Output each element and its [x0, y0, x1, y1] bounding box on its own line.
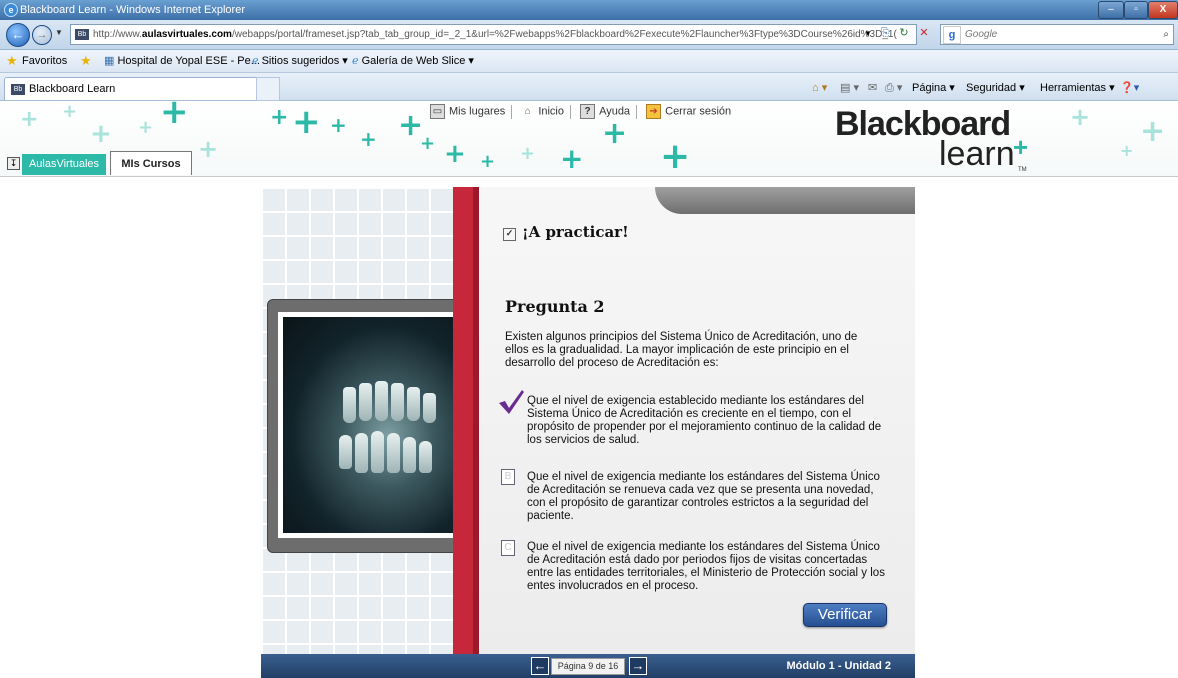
print-icon[interactable]: ⎙ ▾: [885, 77, 902, 99]
page-icon: ▦: [104, 55, 118, 67]
question-text: Existen algunos principios del Sistema Ú…: [505, 331, 858, 369]
divider: [636, 104, 638, 119]
favorites-button[interactable]: Favoritos: [22, 50, 67, 72]
option-b-box[interactable]: B: [501, 469, 515, 485]
tab-mis-cursos[interactable]: MIs Cursos: [110, 151, 192, 175]
favorite-link-webslice[interactable]: ℯ Galería de Web Slice ▾: [352, 50, 474, 72]
menu-security[interactable]: Seguridad ▾: [966, 77, 1025, 99]
xray-frame: [267, 299, 459, 553]
logo-plus-icon: +: [1013, 132, 1029, 162]
tab-aulas-virtuales[interactable]: AulasVirtuales: [22, 154, 106, 175]
add-favorite-icon[interactable]: ★: [80, 50, 92, 72]
address-bar: ← → ▼ Bb http://www.aulasvirtuales.com/we…: [0, 20, 1178, 50]
stop-icon[interactable]: ✕: [916, 25, 932, 42]
tab-label: Blackboard Learn: [29, 83, 116, 95]
help-icon: ?: [580, 104, 596, 119]
next-page-button[interactable]: →: [629, 657, 647, 675]
blackboard-logo: Blackboard learn + TM: [835, 107, 1035, 173]
question-title: Pregunta 2: [505, 297, 605, 316]
logout-icon: ➔: [646, 104, 662, 119]
checkbox-icon: ✓: [503, 228, 516, 241]
link-cerrar-sesion[interactable]: Cerrar sesión: [665, 105, 731, 117]
option-c[interactable]: Que el nivel de exigencia mediante los e…: [527, 541, 887, 593]
window-title: Blackboard Learn - Windows Internet Expl…: [20, 4, 245, 16]
blackboard-header: + + + + + + + + + + + + + + + + + + + + …: [0, 101, 1178, 177]
bb-top-links: ▭ Mis lugares ⌂ Inicio ? Ayuda ➔ Cerrar sesi…: [424, 104, 731, 119]
question-panel: ✓ ¡A practicar! Pregunta 2 Existen alguno…: [479, 187, 915, 654]
link-mis-lugares[interactable]: Mis lugares: [449, 105, 505, 117]
option-b[interactable]: Que el nivel de exigencia mediante los e…: [527, 471, 887, 523]
google-icon: g: [943, 26, 961, 44]
divider: [511, 104, 513, 119]
link-ayuda[interactable]: Ayuda: [599, 105, 630, 117]
favorite-link-hospital[interactable]: ▦ Hospital de Yopal ESE - Pe...: [104, 50, 260, 72]
option-a[interactable]: Que el nivel de exigencia establecido me…: [527, 395, 887, 447]
favorite-label: Sitios sugeridos ▾: [261, 55, 348, 67]
url-domain: aulasvirtuales.com: [141, 29, 232, 40]
webslice-icon: ℯ: [352, 55, 362, 67]
feeds-icon[interactable]: ▤ ▾: [840, 77, 859, 99]
refresh-icon[interactable]: ↻: [896, 25, 912, 42]
site-favicon-icon: Bb: [11, 83, 25, 95]
help-icon[interactable]: ❓▾: [1120, 77, 1139, 99]
history-dropdown-icon[interactable]: ▼: [55, 28, 63, 37]
logo-trademark: TM: [1018, 167, 1027, 173]
favorites-bar: ★ Favoritos ★ ▦ Hospital de Yopal ESE - …: [0, 50, 1178, 73]
url-prefix: http://www.: [93, 29, 142, 40]
module-label: Módulo 1 - Unidad 2: [786, 660, 892, 672]
lesson-footer: ← Página 9 de 16 → Módulo 1 - Unidad 2: [261, 654, 915, 678]
page-indicator: Página 9 de 16: [551, 658, 625, 675]
tab-bar: Bb Blackboard Learn ⌂ ▾ ▤ ▾ ✉ ⎙ ▾ Página …: [0, 73, 1178, 101]
window-titlebar: e Blackboard Learn - Windows Internet Ex…: [0, 0, 1178, 20]
home-icon[interactable]: ⌂ ▾: [812, 77, 827, 99]
ie-logo-icon: e: [4, 3, 18, 17]
url-dropdown-icon[interactable]: ▼: [860, 25, 876, 42]
ie-icon: ℯ: [252, 55, 262, 67]
maximize-button[interactable]: ▫: [1124, 1, 1148, 19]
search-field[interactable]: g Google ⌕: [940, 24, 1174, 45]
expand-toggle-icon[interactable]: ↧: [7, 157, 20, 170]
close-button[interactable]: X: [1148, 1, 1178, 19]
favorite-label: Hospital de Yopal ESE - Pe...: [117, 55, 260, 67]
option-c-box[interactable]: C: [501, 540, 515, 556]
menu-tools[interactable]: Herramientas ▾: [1040, 77, 1115, 99]
logo-learn-text: learn: [939, 135, 1015, 173]
url-field[interactable]: Bb http://www.aulasvirtuales.com/webapps/…: [70, 24, 917, 45]
menu-page[interactable]: Página ▾: [912, 77, 955, 99]
grey-header-bar: [655, 187, 915, 214]
forward-button[interactable]: →: [32, 25, 52, 45]
home-icon: ⌂: [521, 105, 535, 118]
url-path: /webapps/portal/frameset.jsp?tab_tab_gro…: [231, 29, 897, 40]
dental-xray-image: [283, 317, 458, 533]
search-placeholder: Google: [965, 29, 998, 40]
content-area: ✓ ¡A practicar! Pregunta 2 Existen alguno…: [0, 177, 1178, 678]
back-button[interactable]: ←: [6, 23, 30, 47]
practice-heading: ✓ ¡A practicar!: [503, 223, 629, 241]
divider: [570, 104, 571, 119]
favorite-link-suggested[interactable]: ℯ Sitios sugeridos ▾: [252, 50, 348, 72]
site-favicon-icon: Bb: [75, 28, 89, 40]
selected-checkmark-icon: [499, 390, 524, 414]
practice-heading-text: ¡A practicar!: [522, 223, 629, 241]
prev-page-button[interactable]: ←: [531, 657, 549, 675]
minimize-button[interactable]: –: [1098, 1, 1124, 19]
lesson-frame: ✓ ¡A practicar! Pregunta 2 Existen alguno…: [261, 187, 915, 678]
favorite-label: Galería de Web Slice ▾: [361, 55, 474, 67]
my-places-icon: ▭: [430, 104, 445, 119]
compat-view-icon[interactable]: ⎘: [877, 25, 893, 42]
link-inicio[interactable]: Inicio: [538, 105, 564, 117]
mail-icon[interactable]: ✉: [868, 77, 877, 99]
new-tab-button[interactable]: [256, 77, 280, 101]
tab-blackboard-learn[interactable]: Bb Blackboard Learn: [4, 77, 278, 100]
favorites-star-icon: ★: [6, 53, 18, 68]
verify-button[interactable]: Verificar: [803, 603, 887, 627]
search-icon[interactable]: ⌕: [1163, 25, 1169, 44]
